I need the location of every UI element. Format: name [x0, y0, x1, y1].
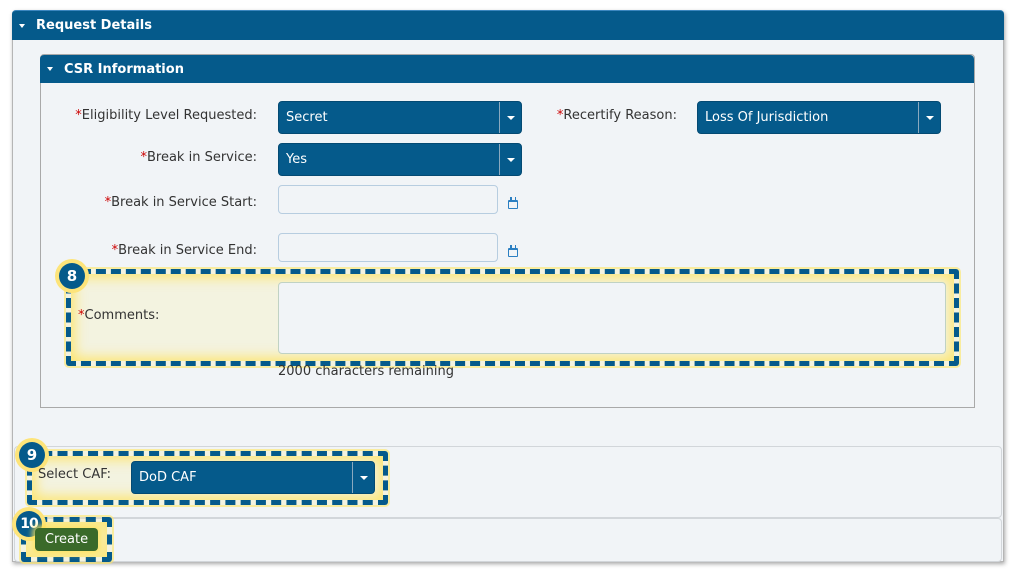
dropdown-value: Secret: [286, 110, 328, 125]
comments-textarea[interactable]: [278, 282, 946, 354]
recertify-reason-dropdown[interactable]: Loss Of Jurisdiction: [697, 101, 941, 134]
chevron-down-icon[interactable]: [499, 144, 521, 175]
label-text: Break in Service Start:: [111, 195, 257, 210]
csr-information-header[interactable]: CSR Information: [40, 55, 974, 83]
label-text: Comments:: [84, 308, 160, 323]
label-text: Eligibility Level Requested:: [81, 108, 257, 123]
label-text: Break in Service End:: [118, 243, 257, 258]
calendar-icon[interactable]: [508, 197, 518, 209]
break-start-label: *Break in Service Start:: [60, 195, 257, 210]
break-end-label: *Break in Service End:: [60, 243, 257, 258]
eligibility-level-label: *Eligibility Level Requested:: [60, 108, 257, 123]
label-text: Break in Service:: [146, 150, 257, 165]
break-end-date-input[interactable]: [278, 233, 498, 262]
chevron-down-icon[interactable]: [352, 462, 374, 493]
dropdown-value: DoD CAF: [139, 470, 197, 485]
break-start-date-input[interactable]: [278, 185, 498, 214]
break-in-service-dropdown[interactable]: Yes: [278, 143, 522, 176]
request-details-title: Request Details: [36, 18, 152, 33]
dropdown-value: Yes: [286, 152, 307, 167]
collapse-triangle-icon[interactable]: [47, 67, 53, 71]
create-button[interactable]: Create: [35, 528, 98, 551]
calendar-icon[interactable]: [508, 245, 518, 257]
recertify-reason-label: *Recertify Reason:: [540, 108, 677, 123]
csr-information-title: CSR Information: [64, 61, 184, 77]
select-caf-dropdown[interactable]: DoD CAF: [131, 461, 375, 494]
request-details-header[interactable]: Request Details: [12, 10, 1004, 40]
comments-label: *Comments:: [78, 308, 159, 323]
step-badge-9: 9: [19, 442, 45, 468]
step-badge-8: 8: [59, 263, 85, 289]
label-text: Recertify Reason:: [563, 108, 677, 123]
characters-remaining: 2000 characters remaining: [278, 364, 455, 379]
collapse-triangle-icon[interactable]: [19, 23, 25, 28]
chevron-down-icon[interactable]: [918, 102, 940, 133]
chevron-down-icon[interactable]: [499, 102, 521, 133]
break-in-service-label: *Break in Service:: [60, 150, 257, 165]
select-caf-label: Select CAF:: [38, 467, 112, 482]
eligibility-level-dropdown[interactable]: Secret: [278, 101, 522, 134]
dropdown-value: Loss Of Jurisdiction: [705, 110, 829, 125]
actions-section: [14, 518, 1002, 562]
